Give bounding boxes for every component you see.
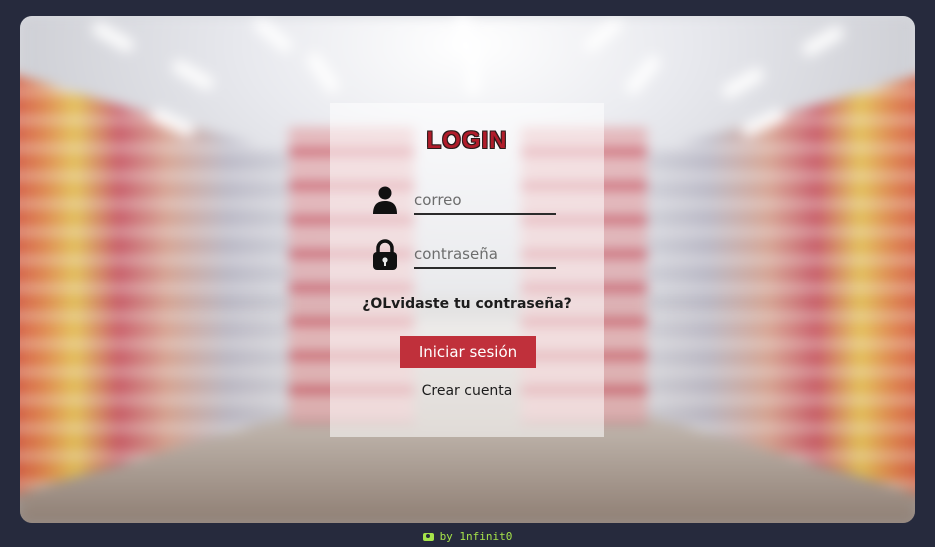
email-field[interactable] (414, 187, 556, 215)
login-card: LOGIN ¿OLvidaste tu contraseñ (330, 103, 604, 437)
camera-icon (422, 533, 434, 541)
password-field[interactable] (414, 241, 556, 269)
login-button[interactable]: Iniciar sesión (400, 336, 536, 368)
forgot-password-link[interactable]: ¿OLvidaste tu contraseña? (330, 296, 604, 312)
login-title: LOGIN (426, 127, 508, 154)
create-account-link[interactable]: Crear cuenta (330, 383, 604, 399)
credit-text: by 1nfinit0 (439, 530, 513, 543)
background-frame: LOGIN ¿OLvidaste tu contraseñ (20, 16, 915, 523)
lock-icon (372, 239, 398, 270)
user-icon (372, 185, 398, 215)
footer-credit: by 1nfinit0 (0, 530, 935, 543)
email-field-row (370, 185, 560, 219)
password-field-row (370, 239, 560, 273)
